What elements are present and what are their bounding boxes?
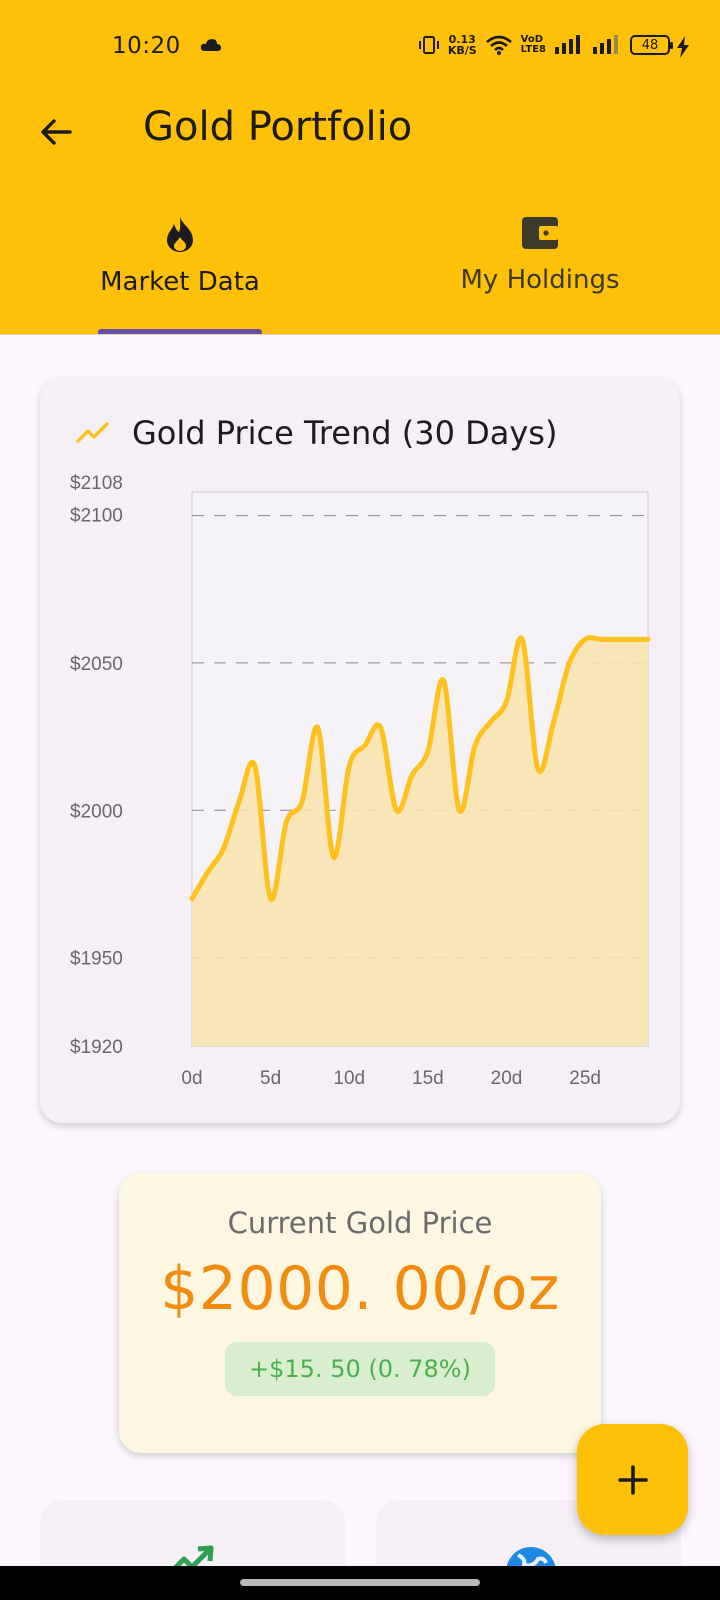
- signal-1-icon: [555, 35, 580, 54]
- chart-header: Gold Price Trend (30 Days): [76, 414, 557, 452]
- price-chart: $1920 $1950 $2000 $2050 $2100 $2108 0d 5d 10d 15d…: [70, 473, 651, 1089]
- x-tick-label: 15d: [412, 1068, 444, 1089]
- y-tick-label: $2050: [70, 654, 123, 675]
- status-time: 10:20: [112, 33, 181, 59]
- y-tick-label: $2108: [70, 473, 123, 494]
- y-tick-label: $1920: [70, 1037, 123, 1058]
- trending-up-icon: [76, 422, 109, 443]
- chart-title: Gold Price Trend (30 Days): [132, 414, 558, 452]
- network-speed: 0.13 KB/S: [448, 34, 477, 56]
- add-fab-button[interactable]: [577, 1424, 688, 1535]
- flame-icon: [167, 216, 193, 252]
- y-tick-label: $1950: [70, 949, 123, 970]
- x-tick-label: 25d: [569, 1068, 601, 1089]
- back-arrow-icon[interactable]: [36, 112, 76, 152]
- y-tick-label: $2000: [70, 801, 123, 822]
- current-price-card: Current Gold Price $2000. 00/oz +$15. 50…: [119, 1173, 601, 1453]
- charging-bolt-icon: [677, 36, 689, 58]
- plus-icon: [617, 1464, 648, 1495]
- home-gesture-handle[interactable]: [240, 1579, 480, 1586]
- app-header: 10:20 0.13 KB/S VoD LTE8 48 Gold Portfol…: [0, 0, 720, 335]
- x-tick-label: 5d: [260, 1068, 281, 1089]
- battery-level: 48: [641, 37, 659, 53]
- network-speed-unit: KB/S: [447, 44, 477, 57]
- status-bar: 10:20 0.13 KB/S VoD LTE8 48: [0, 30, 720, 66]
- chart-card: $1920 $1950 $2000 $2050 $2100 $2108 0d 5d 10d 15d…: [40, 378, 680, 1123]
- volte-bottom: LTE8: [520, 44, 546, 55]
- tab-my-holdings[interactable]: My Holdings: [360, 215, 720, 295]
- tab-market-data-label: Market Data: [100, 267, 260, 297]
- vibrate-icon: [418, 36, 439, 54]
- tab-market-data[interactable]: Market Data: [0, 215, 360, 297]
- status-icons: 0.13 KB/S VoD LTE8 48: [418, 34, 673, 56]
- price-change-badge: +$15. 50 (0. 78%): [225, 1342, 495, 1396]
- wifi-icon: [485, 35, 512, 55]
- signal-2-icon: [593, 35, 618, 54]
- x-tick-label: 10d: [333, 1068, 365, 1089]
- x-tick-label: 20d: [491, 1068, 523, 1089]
- current-price-label: Current Gold Price: [227, 1206, 493, 1240]
- x-tick-label: 0d: [181, 1068, 202, 1089]
- y-tick-label: $2100: [70, 506, 123, 527]
- volte-indicator: VoD LTE8: [521, 35, 546, 55]
- current-price-value: $2000. 00/oz: [160, 1254, 560, 1324]
- battery-indicator: 48: [630, 35, 673, 55]
- wallet-icon: [522, 217, 558, 249]
- page-title: Gold Portfolio: [143, 104, 413, 150]
- tab-my-holdings-label: My Holdings: [460, 265, 620, 295]
- tab-divider: [0, 334, 720, 335]
- cloud-icon: [200, 39, 221, 51]
